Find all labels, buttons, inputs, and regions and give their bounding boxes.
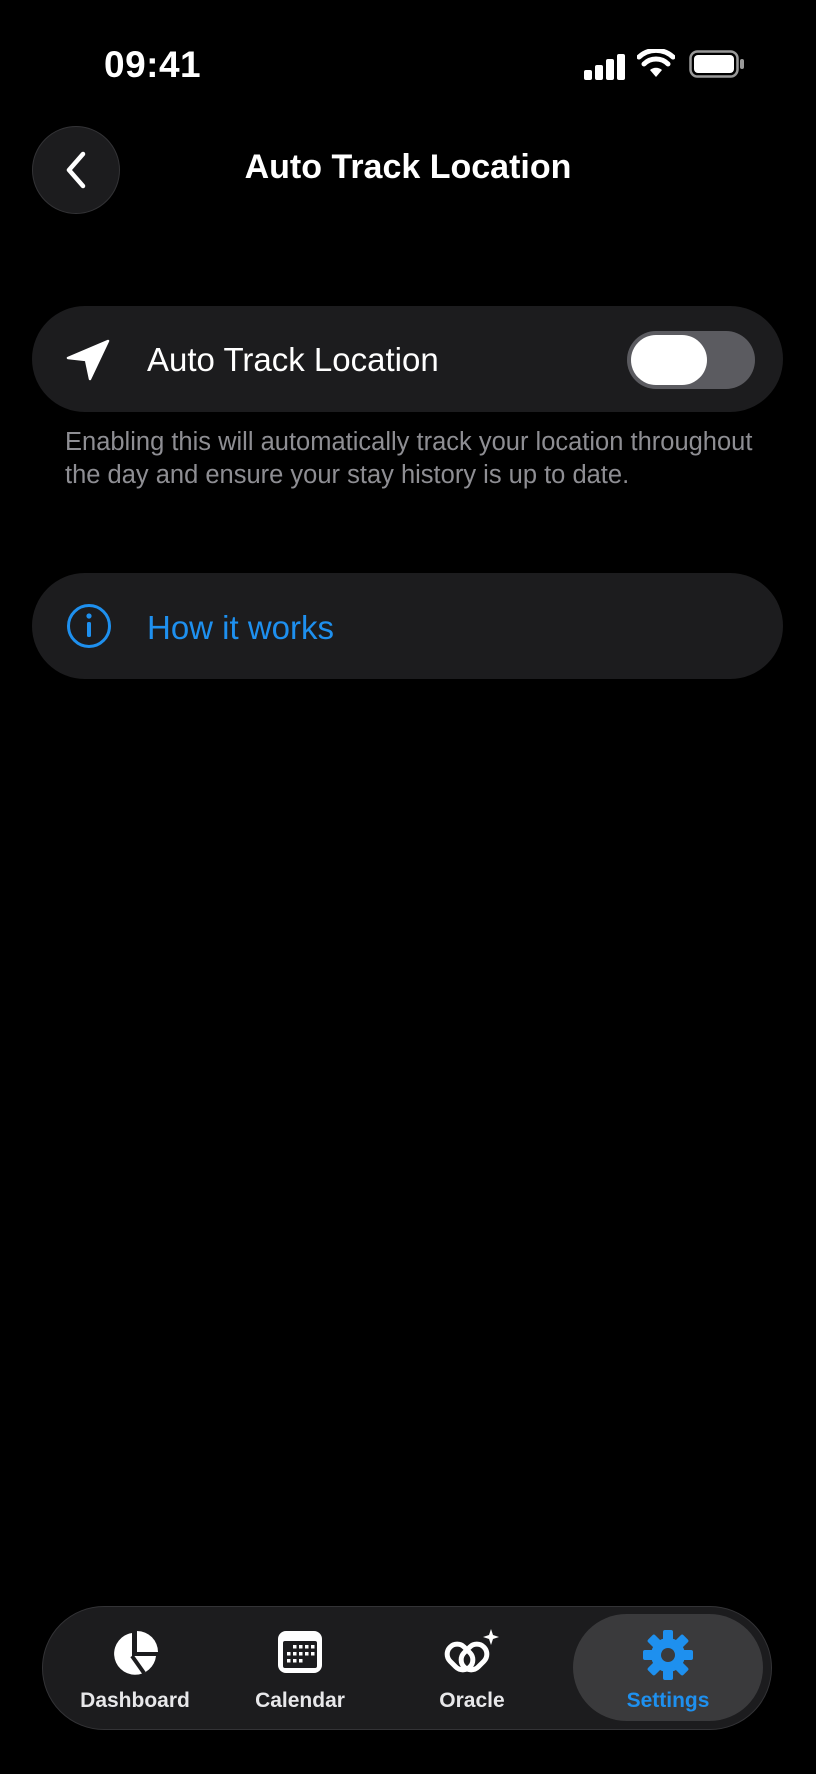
auto-track-location-label: Auto Track Location <box>147 341 439 378</box>
tab-label: Settings <box>626 1689 710 1712</box>
page-title: Auto Track Location <box>244 148 572 186</box>
tab-label: Dashboard <box>80 1689 190 1712</box>
auto-track-location-toggle[interactable] <box>627 331 755 389</box>
tab-oracle[interactable]: Oracle <box>397 1607 547 1728</box>
info-icon <box>67 604 111 648</box>
battery-icon <box>689 50 744 78</box>
auto-track-location-row: Auto Track Location <box>32 306 783 412</box>
status-bar: 09:41 <box>0 0 816 130</box>
calendar-icon <box>278 1631 322 1673</box>
toggle-knob <box>631 335 707 385</box>
signal-icon <box>584 54 625 80</box>
tab-label: Calendar <box>255 1689 345 1712</box>
location-arrow-icon <box>66 339 110 381</box>
tab-calendar[interactable]: Calendar <box>225 1607 375 1728</box>
status-time: 09:41 <box>104 44 202 85</box>
how-it-works-button[interactable]: How it works <box>32 573 783 679</box>
wifi-icon <box>637 49 675 77</box>
tab-bar: Dashboard Calendar Oracle Settings <box>42 1606 772 1730</box>
pie-chart-icon <box>114 1631 158 1675</box>
auto-track-description: Enabling this will automatically track y… <box>65 428 753 489</box>
how-it-works-label: How it works <box>147 609 335 646</box>
tab-settings[interactable]: Settings <box>573 1614 763 1721</box>
gear-icon <box>643 1630 693 1680</box>
oracle-icon <box>444 1629 499 1673</box>
tab-dashboard[interactable]: Dashboard <box>63 1607 207 1728</box>
tab-label: Oracle <box>439 1689 505 1712</box>
